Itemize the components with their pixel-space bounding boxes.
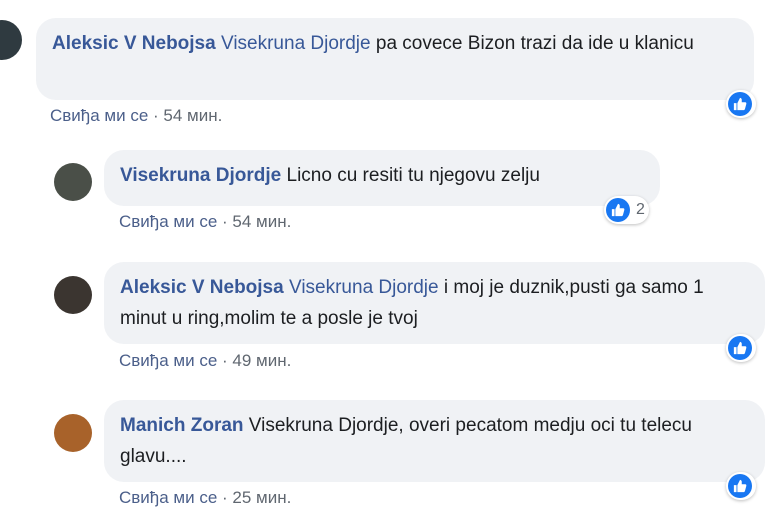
thumbs-up-icon [728, 474, 752, 498]
comment-author[interactable]: Aleksic V Nebojsa [120, 277, 284, 298]
comment-author[interactable]: Visekruna Djordje [120, 165, 281, 186]
thumbs-up-icon [606, 198, 630, 222]
comment-author[interactable]: Aleksic V Nebojsa [52, 33, 216, 54]
comment-meta: Свиђа ми се · 54 мин. [50, 106, 222, 126]
comment-bubble: Manich Zoran Visekruna Djordje, overi pe… [104, 400, 765, 482]
reaction-badge[interactable] [726, 472, 756, 500]
reaction-count: 2 [636, 201, 645, 218]
comment-text: Licno cu resiti tu njegovu zelju [281, 165, 540, 186]
reaction-badge[interactable]: 2 [604, 196, 649, 224]
comment-mention[interactable]: Visekruna Djordje [221, 33, 371, 54]
comment-text: pa covece Bizon trazi da ide u klanicu [370, 33, 694, 54]
avatar[interactable] [54, 276, 92, 314]
avatar[interactable] [0, 20, 22, 60]
meta-separator: · [217, 351, 233, 370]
comment-meta: Свиђа ми се · 54 мин. [119, 212, 291, 232]
avatar[interactable] [54, 414, 92, 452]
reaction-badge[interactable] [726, 90, 756, 118]
comment-time[interactable]: 49 мин. [232, 351, 291, 370]
comment-bubble: Visekruna Djordje Licno cu resiti tu nje… [104, 150, 660, 206]
meta-separator: · [148, 106, 164, 125]
comment-time[interactable]: 25 мин. [232, 488, 291, 507]
comment-bubble: Aleksic V Nebojsa Visekruna Djordje pa c… [36, 18, 754, 100]
comment-meta: Свиђа ми се · 25 мин. [119, 488, 291, 508]
like-link[interactable]: Свиђа ми се [50, 106, 148, 125]
comment-meta: Свиђа ми се · 49 мин. [119, 351, 291, 371]
comment-mention[interactable]: Visekruna Djordje [289, 277, 439, 298]
like-link[interactable]: Свиђа ми се [119, 351, 217, 370]
like-link[interactable]: Свиђа ми се [119, 488, 217, 507]
avatar[interactable] [54, 163, 92, 201]
thumbs-up-icon [728, 336, 752, 360]
thumbs-up-icon [728, 92, 752, 116]
reaction-badge[interactable] [726, 334, 756, 362]
meta-separator: · [217, 488, 233, 507]
comment-time[interactable]: 54 мин. [163, 106, 222, 125]
comment-time[interactable]: 54 мин. [232, 212, 291, 231]
like-link[interactable]: Свиђа ми се [119, 212, 217, 231]
meta-separator: · [217, 212, 233, 231]
comment-bubble: Aleksic V Nebojsa Visekruna Djordje i mo… [104, 262, 765, 344]
comment-author[interactable]: Manich Zoran [120, 415, 244, 436]
